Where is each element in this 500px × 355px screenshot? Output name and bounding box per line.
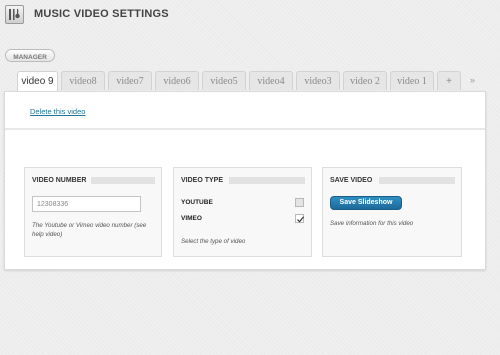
guitar-icon — [5, 4, 24, 24]
heading-bar — [91, 177, 155, 184]
video-number-help: The Youtube or Vimeo video number (see h… — [32, 222, 147, 238]
tab-video-3[interactable]: video3 — [296, 71, 340, 90]
video-tabs: video 9 video8 video7 video6 video5 vide… — [17, 71, 461, 92]
video-type-card: VIDEO TYPE YOUTUBE VIMEO Select the type… — [173, 167, 312, 257]
save-slideshow-button[interactable]: Save Slideshow — [330, 196, 402, 210]
tab-scroll-icon[interactable]: » — [470, 75, 475, 85]
add-tab-button[interactable]: + — [437, 71, 461, 90]
tab-video-6[interactable]: video6 — [155, 71, 199, 90]
tab-video-8[interactable]: video8 — [61, 71, 105, 90]
delete-video-link[interactable]: Delete this video — [30, 107, 85, 116]
page-header: MUSIC VIDEO SETTINGS — [5, 3, 169, 25]
video-number-heading: VIDEO NUMBER — [32, 177, 87, 184]
save-video-help: Save information for this video — [330, 220, 414, 227]
manager-button[interactable]: MANAGER — [5, 49, 55, 62]
video-number-input[interactable] — [32, 196, 141, 212]
vimeo-option-label: VIMEO — [181, 215, 202, 222]
page-title: MUSIC VIDEO SETTINGS — [34, 8, 169, 20]
heading-bar — [229, 177, 305, 184]
youtube-option-label: YOUTUBE — [181, 199, 213, 206]
heading-bar — [379, 177, 455, 184]
tab-video-1[interactable]: video 1 — [390, 71, 434, 90]
video-type-help: Select the type of video — [181, 238, 246, 245]
save-video-card: SAVE VIDEO Save Slideshow Save informati… — [322, 167, 462, 257]
tab-video-7[interactable]: video7 — [108, 71, 152, 90]
settings-panel: Delete this video VIDEO NUMBER The Youtu… — [4, 91, 486, 270]
vimeo-checkbox[interactable] — [295, 214, 305, 223]
tab-video-9[interactable]: video 9 — [17, 71, 58, 92]
tab-video-2[interactable]: video 2 — [343, 71, 387, 90]
tab-video-4[interactable]: video4 — [249, 71, 293, 90]
divider — [5, 128, 485, 130]
video-number-card: VIDEO NUMBER The Youtube or Vimeo video … — [24, 167, 162, 257]
checkmark-icon — [297, 216, 305, 223]
save-video-heading: SAVE VIDEO — [330, 177, 373, 184]
youtube-checkbox[interactable] — [295, 198, 304, 207]
video-type-heading: VIDEO TYPE — [181, 177, 224, 184]
tab-video-5[interactable]: video5 — [202, 71, 246, 90]
